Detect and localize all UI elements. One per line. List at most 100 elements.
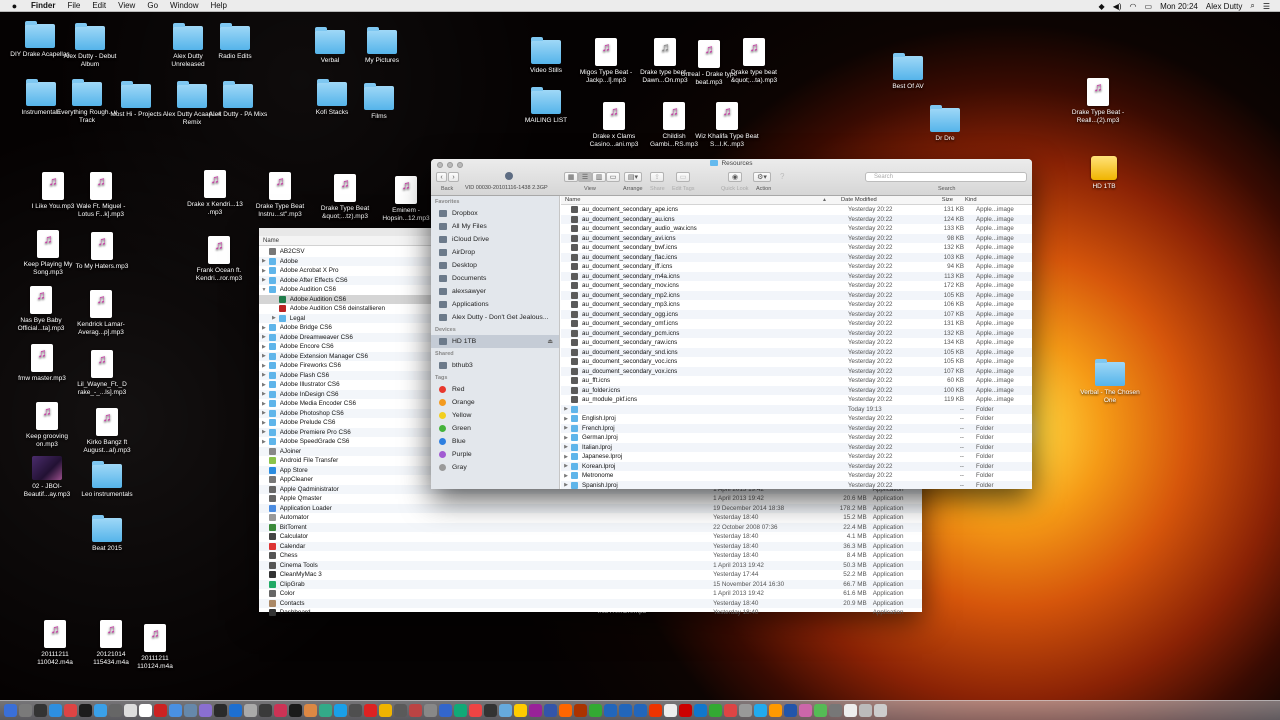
sidebar-item-bthub3[interactable]: bthub3 [431, 359, 559, 372]
notification-center-icon[interactable]: ☰ [1263, 2, 1270, 11]
desktop-icon-20111211-110124-m4a[interactable]: 20111211 110124.m4a [123, 624, 187, 671]
menu-edit[interactable]: Edit [92, 1, 106, 10]
dock-app-icon[interactable] [64, 704, 77, 717]
desktop-icon-video-stills[interactable]: Video Stills [514, 37, 578, 75]
dock-app-icon[interactable] [844, 704, 857, 717]
disclosure-triangle-icon[interactable]: ▶ [561, 435, 571, 441]
disclosure-triangle-icon[interactable]: ▶ [561, 482, 571, 488]
dock-app-icon[interactable] [589, 704, 602, 717]
desktop-icon-radio-edits[interactable]: Radio Edits [203, 23, 267, 61]
dropbox-icon[interactable]: ◆ [1099, 2, 1105, 11]
column-view-button[interactable]: ▥ [592, 172, 606, 182]
desktop-icon-alex-dutty-pa-mixs[interactable]: Alex Dutty - PA Mixs [206, 81, 270, 119]
file-row[interactable]: au_document_secondary_au.icns Yesterday 2… [561, 214, 1032, 224]
menu-view[interactable]: View [118, 1, 135, 10]
menubar-user[interactable]: Alex Dutty [1206, 2, 1242, 11]
file-row[interactable]: au_folder.icns Yesterday 20:22 100 KB Apple… [561, 385, 1032, 395]
file-row[interactable]: au_document_secondary_ogg.icns Yesterday … [561, 309, 1032, 319]
desktop-icon-kendrick-lamar-averag-p-mp3[interactable]: Kendrick Lamar- Averag...p].mp3 [69, 290, 133, 337]
icon-view-button[interactable]: ▦ [564, 172, 578, 182]
file-row[interactable]: au_document_secondary_vox.icns Yesterday … [561, 366, 1032, 376]
file-row[interactable]: au_module_pkf.icns Yesterday 20:22 119 KB A… [561, 395, 1032, 405]
dock-app-icon[interactable] [799, 704, 812, 717]
file-row[interactable]: au_document_secondary_flac.icns Yesterday… [561, 252, 1032, 262]
desktop-icon-nas-bye-baby-official-ta-mp3[interactable]: Nas Bye Baby Official...ta].mp3 [9, 286, 73, 333]
desktop-icon-drake-type-beat-instru-st-mp3[interactable]: Drake Type Beat Instru...st".mp3 [248, 172, 312, 219]
dock-app-icon[interactable] [154, 704, 167, 717]
dock-app-icon[interactable] [694, 704, 707, 717]
file-row[interactable]: ▶ Italian.lproj Yesterday 20:22 -- Folder [561, 442, 1032, 452]
dock-app-icon[interactable] [634, 704, 647, 717]
sidebar-item-airdrop[interactable]: AirDrop [431, 246, 559, 259]
spotlight-icon[interactable]: ⌕ [1250, 1, 1254, 11]
share-button[interactable]: ⇪ [650, 172, 664, 182]
sidebar-item-alexsawyer[interactable]: alexsawyer [431, 285, 559, 298]
file-row[interactable]: ▶ Spanish.lproj Yesterday 20:22 -- Folder [561, 480, 1032, 489]
back-list-row[interactable]: Application Loader 19 December 2014 18:38… [259, 503, 922, 513]
disclosure-triangle-icon[interactable]: ▶ [259, 372, 269, 378]
menu-window[interactable]: Window [170, 1, 198, 10]
apple-menu-icon[interactable]: ● [10, 1, 19, 11]
back-list-row[interactable]: Contacts Yesterday 18:40 20.9 MB Applicatio… [259, 598, 922, 608]
dock-app-icon[interactable] [259, 704, 272, 717]
desktop-icon-beat-2015[interactable]: Beat 2015 [75, 515, 139, 553]
dock-app-icon[interactable] [364, 704, 377, 717]
dock-app-icon[interactable] [739, 704, 752, 717]
sidebar-item-all-my-files[interactable]: All My Files [431, 220, 559, 233]
back-list-row[interactable]: Color 1 April 2013 19:42 61.6 MB Applicatio… [259, 589, 922, 599]
dock-app-icon[interactable] [109, 704, 122, 717]
dock-app-icon[interactable] [4, 704, 17, 717]
desktop-icon-lil-wayne-ft-d-rake-ls-mp3[interactable]: Lil_Wayne_Ft._D rake_-_...ls].mp3 [70, 350, 134, 397]
file-row[interactable]: ▶ German.lproj Yesterday 20:22 -- Folder [561, 433, 1032, 443]
disclosure-triangle-icon[interactable]: ▶ [259, 258, 269, 264]
disclosure-triangle-icon[interactable]: ▶ [259, 391, 269, 397]
desktop-icon-migos-type-beat-jackp-l-mp3[interactable]: Migos Type Beat - Jackp...l].mp3 [574, 38, 638, 85]
disclosure-triangle-icon[interactable]: ▶ [259, 325, 269, 331]
dock-app-icon[interactable] [319, 704, 332, 717]
disclosure-triangle-icon[interactable]: ▶ [561, 425, 571, 431]
file-row[interactable]: au_document_secondary_pcm.icns Yesterday … [561, 328, 1032, 338]
desktop-icon-hd-1tb[interactable]: HD 1TB [1072, 156, 1136, 191]
file-row[interactable]: au_document_secondary_bwf.icns Yesterday … [561, 243, 1032, 253]
dock-app-icon[interactable] [229, 704, 242, 717]
dock-app-icon[interactable] [139, 704, 152, 717]
dock-app-icon[interactable] [49, 704, 62, 717]
column-header-name[interactable]: Name ▲ [561, 197, 827, 203]
dock-app-icon[interactable] [274, 704, 287, 717]
dock-app-icon[interactable] [79, 704, 92, 717]
desktop-icon-mailing-list[interactable]: MAILING LIST [514, 87, 578, 125]
coverflow-view-button[interactable]: ▭ [606, 172, 620, 182]
desktop-icon-verbal-the-chosen-one[interactable]: Verbal - The Chosen One [1078, 359, 1142, 405]
menu-file[interactable]: File [67, 1, 80, 10]
help-icon[interactable]: ? [780, 172, 784, 181]
desktop-icon-to-my-haters-mp3[interactable]: To My Haters.mp3 [70, 232, 134, 271]
sidebar-item-hd-1tb[interactable]: HD 1TB ⏏ [431, 335, 559, 348]
desktop-icon-eminem-hopsin-12-mp3[interactable]: Eminem - Hopsin...12.mp3 [374, 176, 438, 223]
desktop-icon-films[interactable]: Films [347, 83, 411, 121]
desktop-icon-02-jboi-beautif-ay-mp3[interactable]: 02 - JBOI- Beautif...ay.mp3 [15, 456, 79, 499]
sidebar-tag-gray[interactable]: Gray [431, 461, 559, 474]
volume-icon[interactable]: ◀) [1113, 2, 1122, 11]
desktop-icon-wiz-khalifa-type-beat-s-i-k-mp3[interactable]: Wiz Khalifa Type Beat S...I.K..mp3 [695, 102, 759, 149]
dock-app-icon[interactable] [349, 704, 362, 717]
disclosure-triangle-icon[interactable]: ▶ [561, 463, 571, 469]
eject-icon[interactable]: ⏏ [547, 338, 553, 345]
disclosure-triangle-icon[interactable]: ▶ [561, 454, 571, 460]
file-row[interactable]: au_document_secondary_mp3.icns Yesterday … [561, 300, 1032, 310]
desktop-icon-leo-instrumentals[interactable]: Leo instrumentals [75, 461, 139, 499]
file-row[interactable]: au_document_secondary_mp2.icns Yesterday … [561, 290, 1032, 300]
dock-app-icon[interactable] [289, 704, 302, 717]
desktop-icon-drake-type-beat-reall-2-mp3[interactable]: Drake Type Beat - Reall...(2).mp3 [1066, 78, 1130, 125]
sidebar-item-dropbox[interactable]: Dropbox [431, 207, 559, 220]
disclosure-triangle-icon[interactable]: ▶ [259, 382, 269, 388]
dock-app-icon[interactable] [829, 704, 842, 717]
dock-app-icon[interactable] [439, 704, 452, 717]
sidebar-tag-yellow[interactable]: Yellow [431, 409, 559, 422]
dock-app-icon[interactable] [619, 704, 632, 717]
desktop-icon-20111211-110042-m4a[interactable]: 20111211 110042.m4a [23, 620, 87, 667]
desktop-icon-most-hi-projects[interactable]: Most Hi - Projects [104, 81, 168, 119]
disclosure-triangle-icon[interactable]: ▶ [259, 401, 269, 407]
desktop-icon-drake-x-clams-casino-ani-mp3[interactable]: Drake x Clams Casino...ani.mp3 [582, 102, 646, 149]
sidebar-tag-orange[interactable]: Orange [431, 396, 559, 409]
finder-window[interactable]: Resources ‹ › Back VID 00030-20101116-14… [431, 159, 1032, 489]
